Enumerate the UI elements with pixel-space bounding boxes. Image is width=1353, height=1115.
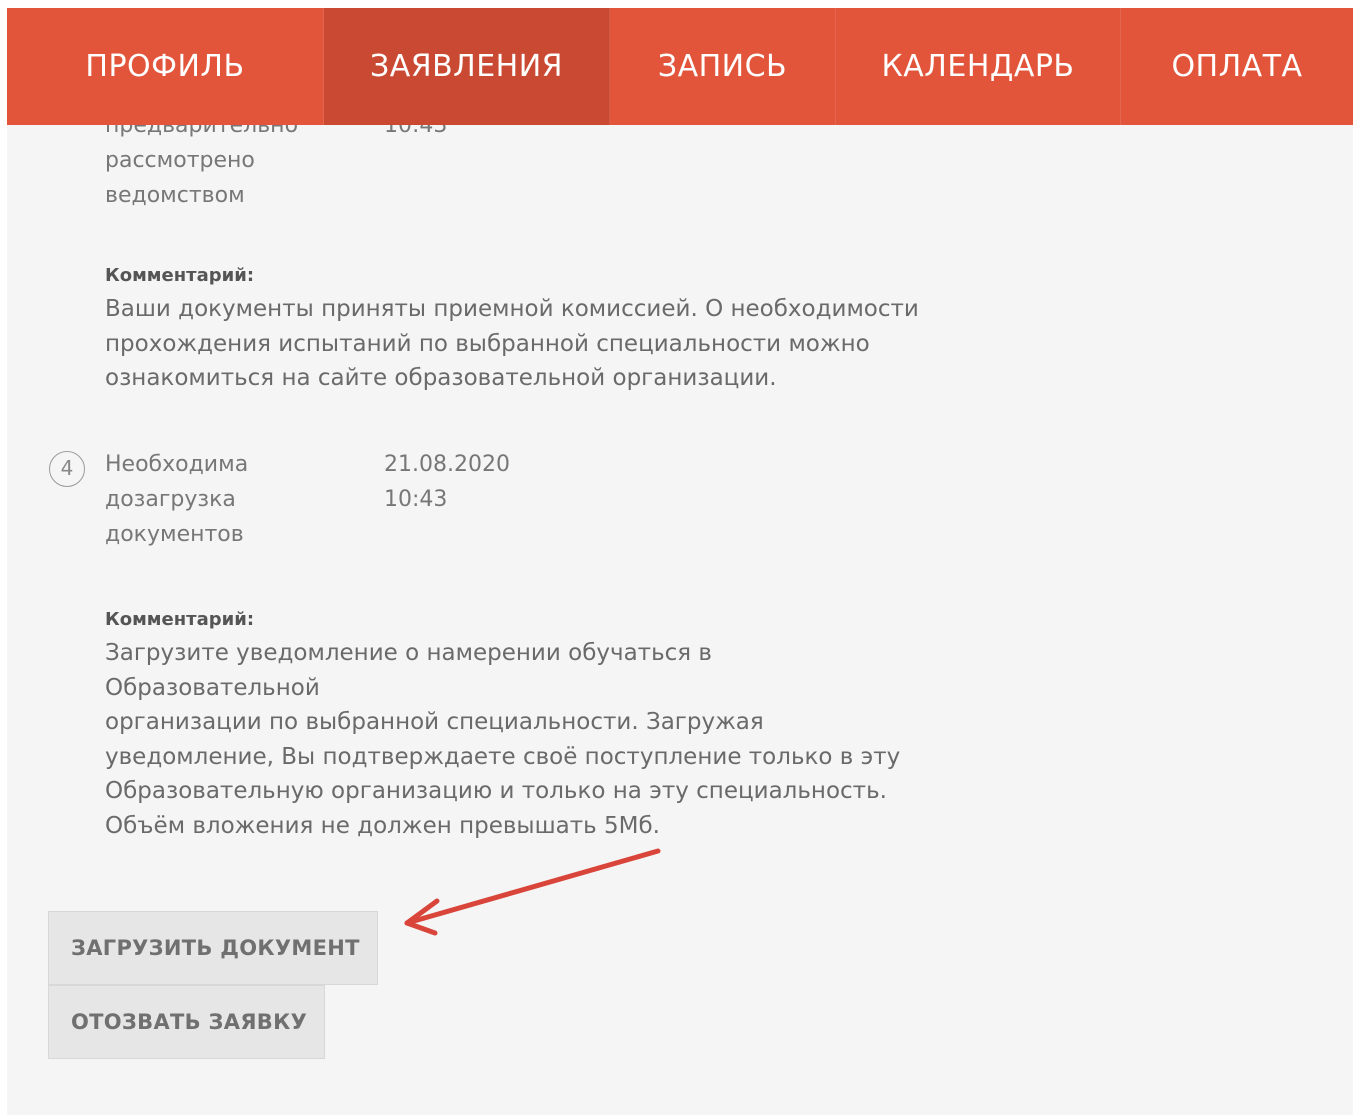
nav-tab-applications[interactable]: ЗАЯВЛЕНИЯ xyxy=(324,8,610,125)
comment-line: уведомление, Вы подтверждаете своё посту… xyxy=(105,743,901,770)
nav-tab-calendar[interactable]: КАЛЕНДАРЬ xyxy=(836,8,1121,125)
status-4-comment-label: Комментарий: xyxy=(105,609,255,630)
step-number-badge: 4 xyxy=(49,451,85,487)
status-4-name-line: документов xyxy=(105,522,244,547)
status-4-time-value: 10:43 xyxy=(384,487,448,512)
status-4-name: Необходима дозагрузка документов xyxy=(105,447,355,552)
status-4-comment: Загрузите уведомление о намерении обучат… xyxy=(105,636,925,843)
upload-document-button[interactable]: ЗАГРУЗИТЬ ДОКУМЕНТ xyxy=(48,911,378,985)
status-4-name-line: Необходима xyxy=(105,452,249,477)
nav-tab-profile[interactable]: ПРОФИЛЬ xyxy=(7,8,324,125)
comment-line: прохождения испытаний по выбранной специ… xyxy=(105,330,870,357)
comment-line: ознакомиться на сайте образовательной ор… xyxy=(105,365,777,391)
status-3-name-line: ведомством xyxy=(105,183,245,208)
top-navigation: ПРОФИЛЬ ЗАЯВЛЕНИЯ ЗАПИСЬ КАЛЕНДАРЬ ОПЛАТ… xyxy=(7,8,1353,125)
status-4-date: 21.08.2020 10:43 xyxy=(384,447,584,517)
withdraw-application-button[interactable]: ОТОЗВАТЬ ЗАЯВКУ xyxy=(48,985,325,1059)
status-3-name-line: рассмотрено xyxy=(105,148,255,173)
status-3-comment-label: Комментарий: xyxy=(105,265,255,286)
comment-line: Загрузите уведомление о намерении обучат… xyxy=(105,640,712,701)
comment-line: Образовательную организацию и только на … xyxy=(105,778,887,804)
status-4-name-line: дозагрузка xyxy=(105,487,236,512)
comment-line: Объём вложения не должен превышать 5Мб. xyxy=(105,812,660,839)
comment-line: организации по выбранной специальности. … xyxy=(105,709,764,735)
comment-line: Ваши документы приняты приемной комиссие… xyxy=(105,296,919,322)
status-4-date-value: 21.08.2020 xyxy=(384,452,510,477)
status-3-comment: Ваши документы приняты приемной комиссие… xyxy=(105,292,925,396)
page: предварительно рассмотрено ведомством 10… xyxy=(7,8,1353,1115)
nav-tab-payment[interactable]: ОПЛАТА xyxy=(1121,8,1353,125)
nav-tab-appointment[interactable]: ЗАПИСЬ xyxy=(610,8,836,125)
application-status-panel: предварительно рассмотрено ведомством 10… xyxy=(7,8,1353,1115)
